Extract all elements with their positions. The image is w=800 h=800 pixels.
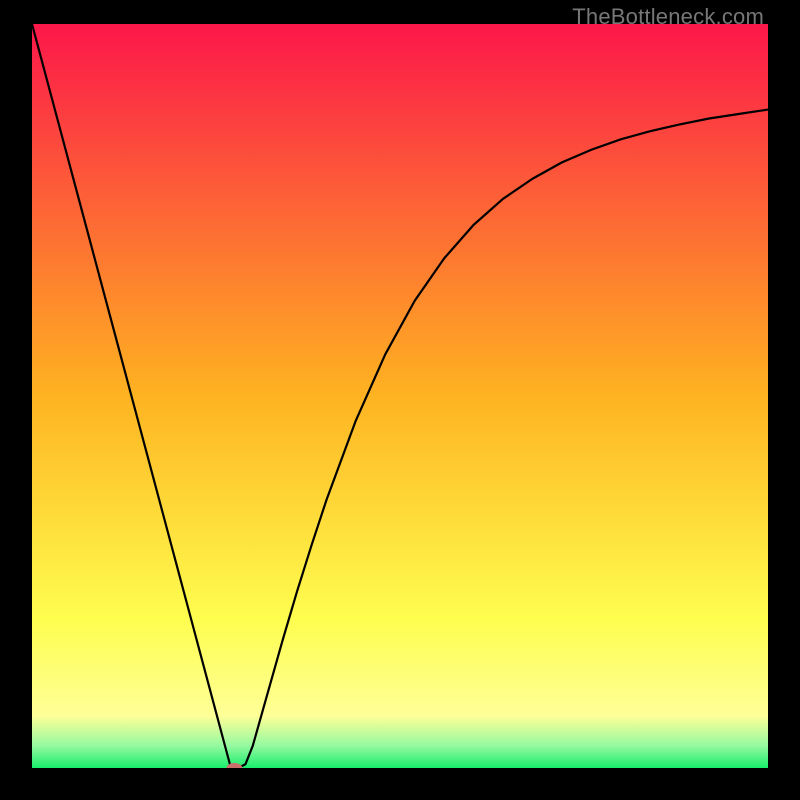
- gradient-background: [32, 24, 768, 768]
- chart-frame: [32, 24, 768, 768]
- bottleneck-chart: [32, 24, 768, 768]
